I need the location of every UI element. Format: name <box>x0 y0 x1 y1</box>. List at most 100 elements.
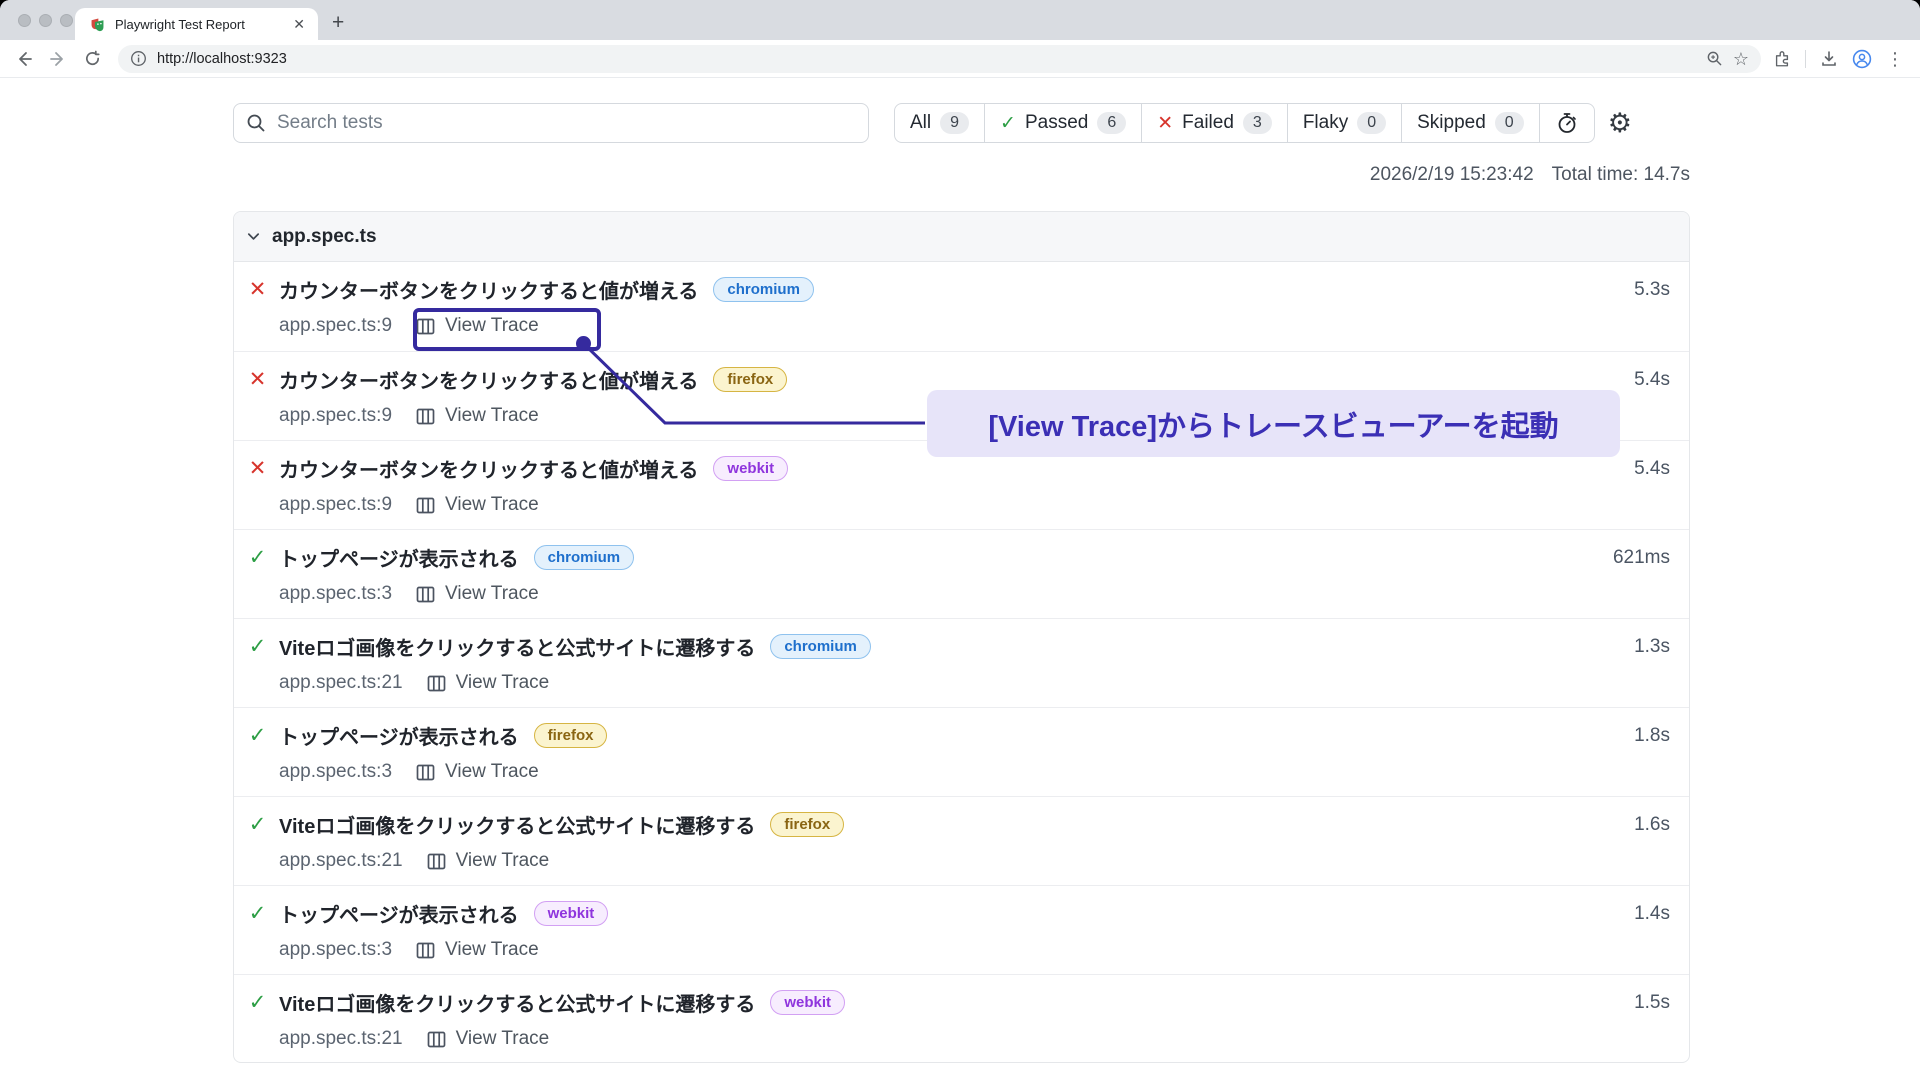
settings-gear-icon[interactable]: ⚙ <box>1608 110 1632 137</box>
filter-tab[interactable]: ✓ Passed 6 <box>984 104 1141 142</box>
filter-area: All 9 ✓ Passed 6 ✕ Failed 3 Flaky 0 Skip… <box>894 103 1632 143</box>
test-title[interactable]: Viteロゴ画像をクリックすると公式サイトに遷移する <box>279 988 755 1017</box>
test-location: app.spec.ts:21 <box>279 672 403 694</box>
view-trace-link[interactable]: View Trace <box>445 494 539 516</box>
test-status-icon: ✓ <box>246 634 269 659</box>
test-location: app.spec.ts:21 <box>279 1028 403 1050</box>
browser-tab[interactable]: Playwright Test Report ✕ <box>75 8 318 40</box>
test-row[interactable]: ✓ Viteロゴ画像をクリックすると公式サイトに遷移する webkit 1.5s… <box>234 974 1689 1063</box>
browser-window: Playwright Test Report ✕ + http://localh… <box>0 0 1920 1080</box>
project-badge[interactable]: firefox <box>770 812 844 837</box>
filter-status-icon: ✓ <box>1000 112 1016 135</box>
test-location: app.spec.ts:21 <box>279 850 403 872</box>
test-row[interactable]: ✓ Viteロゴ画像をクリックすると公式サイトに遷移する chromium 1.… <box>234 618 1689 707</box>
test-title[interactable]: トップページが表示される <box>279 543 519 572</box>
project-badge[interactable]: webkit <box>770 990 845 1015</box>
test-row[interactable]: ✕ カウンターボタンをクリックすると値が増える webkit 5.4s app.… <box>234 440 1689 529</box>
view-trace-link[interactable]: View Trace <box>456 1028 550 1050</box>
filter-count-badge: 9 <box>940 112 969 134</box>
test-title[interactable]: Viteロゴ画像をクリックすると公式サイトに遷移する <box>279 632 755 661</box>
test-title[interactable]: カウンターボタンをクリックすると値が増える <box>279 275 698 304</box>
timer-button[interactable] <box>1539 104 1594 142</box>
test-title[interactable]: トップページが表示される <box>279 899 519 928</box>
test-location: app.spec.ts:3 <box>279 939 392 961</box>
test-row[interactable]: ✓ トップページが表示される firefox 1.8s app.spec.ts:… <box>234 707 1689 796</box>
back-button[interactable] <box>10 45 38 73</box>
project-badge[interactable]: webkit <box>534 901 609 926</box>
filter-label: Passed <box>1025 112 1088 134</box>
project-badge[interactable]: webkit <box>713 456 788 481</box>
search-input[interactable] <box>277 112 856 134</box>
test-rows: ✕ カウンターボタンをクリックすると値が増える chromium 5.3s ap… <box>234 262 1689 1063</box>
download-icon[interactable] <box>1820 50 1838 68</box>
test-row[interactable]: ✓ トップページが表示される webkit 1.4s app.spec.ts:3… <box>234 885 1689 974</box>
zoom-page-icon[interactable] <box>1706 50 1723 67</box>
test-status-icon: ✓ <box>246 812 269 837</box>
view-trace-link[interactable]: View Trace <box>445 761 539 783</box>
filter-label: Skipped <box>1417 112 1486 134</box>
search-box[interactable] <box>233 103 869 143</box>
filter-tab[interactable]: Flaky 0 <box>1287 104 1401 142</box>
extensions-icon[interactable] <box>1773 50 1791 68</box>
reload-button[interactable] <box>78 45 106 73</box>
trace-columns-icon <box>416 407 435 426</box>
filter-label: Flaky <box>1303 112 1348 134</box>
trace-columns-icon <box>416 496 435 515</box>
test-status-icon: ✕ <box>246 367 269 392</box>
filter-tab[interactable]: ✕ Failed 3 <box>1141 104 1287 142</box>
view-trace-link[interactable]: View Trace <box>445 315 539 337</box>
project-badge[interactable]: firefox <box>534 723 608 748</box>
filter-group: All 9 ✓ Passed 6 ✕ Failed 3 Flaky 0 Skip… <box>894 103 1595 143</box>
test-row[interactable]: ✓ Viteロゴ画像をクリックすると公式サイトに遷移する firefox 1.6… <box>234 796 1689 885</box>
project-badge[interactable]: chromium <box>713 277 814 302</box>
trace-columns-icon <box>427 1030 446 1049</box>
trace-columns-icon <box>427 852 446 871</box>
view-trace-link[interactable]: View Trace <box>445 583 539 605</box>
test-duration: 1.8s <box>1634 725 1679 747</box>
test-duration: 5.4s <box>1634 458 1679 480</box>
close-window-button[interactable] <box>18 14 31 27</box>
filter-tab[interactable]: Skipped 0 <box>1401 104 1539 142</box>
test-location: app.spec.ts:9 <box>279 315 392 337</box>
filter-count-badge: 6 <box>1097 112 1126 134</box>
test-title[interactable]: トップページが表示される <box>279 721 519 750</box>
project-badge[interactable]: firefox <box>713 367 787 392</box>
minimize-window-button[interactable] <box>39 14 52 27</box>
browser-menu-icon[interactable]: ⋮ <box>1886 50 1904 68</box>
report-meta: 2026/2/19 15:23:42 Total time: 14.7s <box>1370 164 1690 186</box>
url-bar[interactable]: http://localhost:9323 ☆ <box>118 45 1761 73</box>
test-location: app.spec.ts:9 <box>279 405 392 427</box>
browser-toolbar: http://localhost:9323 ☆ ⋮ <box>0 40 1920 78</box>
profile-avatar-icon[interactable] <box>1852 49 1872 69</box>
view-trace-link[interactable]: View Trace <box>456 850 550 872</box>
toolbar-divider <box>1805 50 1806 68</box>
test-title[interactable]: カウンターボタンをクリックすると値が増える <box>279 365 698 394</box>
file-group-name: app.spec.ts <box>272 226 377 248</box>
filter-label: All <box>910 112 931 134</box>
test-row[interactable]: ✕ カウンターボタンをクリックすると値が増える firefox 5.4s app… <box>234 351 1689 440</box>
filter-status-icon: ✕ <box>1157 112 1173 135</box>
view-trace-link[interactable]: View Trace <box>456 672 550 694</box>
view-trace-link[interactable]: View Trace <box>445 405 539 427</box>
test-title[interactable]: Viteロゴ画像をクリックすると公式サイトに遷移する <box>279 810 755 839</box>
test-row[interactable]: ✓ トップページが表示される chromium 621ms app.spec.t… <box>234 529 1689 618</box>
filter-label: Failed <box>1182 112 1234 134</box>
zoom-window-button[interactable] <box>60 14 73 27</box>
tab-strip: Playwright Test Report ✕ + <box>0 0 1920 40</box>
test-row[interactable]: ✕ カウンターボタンをクリックすると値が増える chromium 5.3s ap… <box>234 262 1689 351</box>
test-title[interactable]: カウンターボタンをクリックすると値が増える <box>279 454 698 483</box>
view-trace-link[interactable]: View Trace <box>445 939 539 961</box>
filter-count-badge: 0 <box>1357 112 1386 134</box>
forward-button[interactable] <box>44 45 72 73</box>
project-badge[interactable]: chromium <box>534 545 635 570</box>
report-datetime: 2026/2/19 15:23:42 <box>1370 164 1534 186</box>
tab-close-icon[interactable]: ✕ <box>290 16 308 33</box>
url-text: http://localhost:9323 <box>157 51 1696 67</box>
bookmark-star-icon[interactable]: ☆ <box>1733 50 1749 68</box>
site-info-icon[interactable] <box>130 50 147 67</box>
filter-tab[interactable]: All 9 <box>895 104 984 142</box>
new-tab-button[interactable]: + <box>332 12 344 33</box>
project-badge[interactable]: chromium <box>770 634 871 659</box>
file-group-header[interactable]: app.spec.ts <box>234 212 1689 262</box>
trace-columns-icon <box>416 763 435 782</box>
